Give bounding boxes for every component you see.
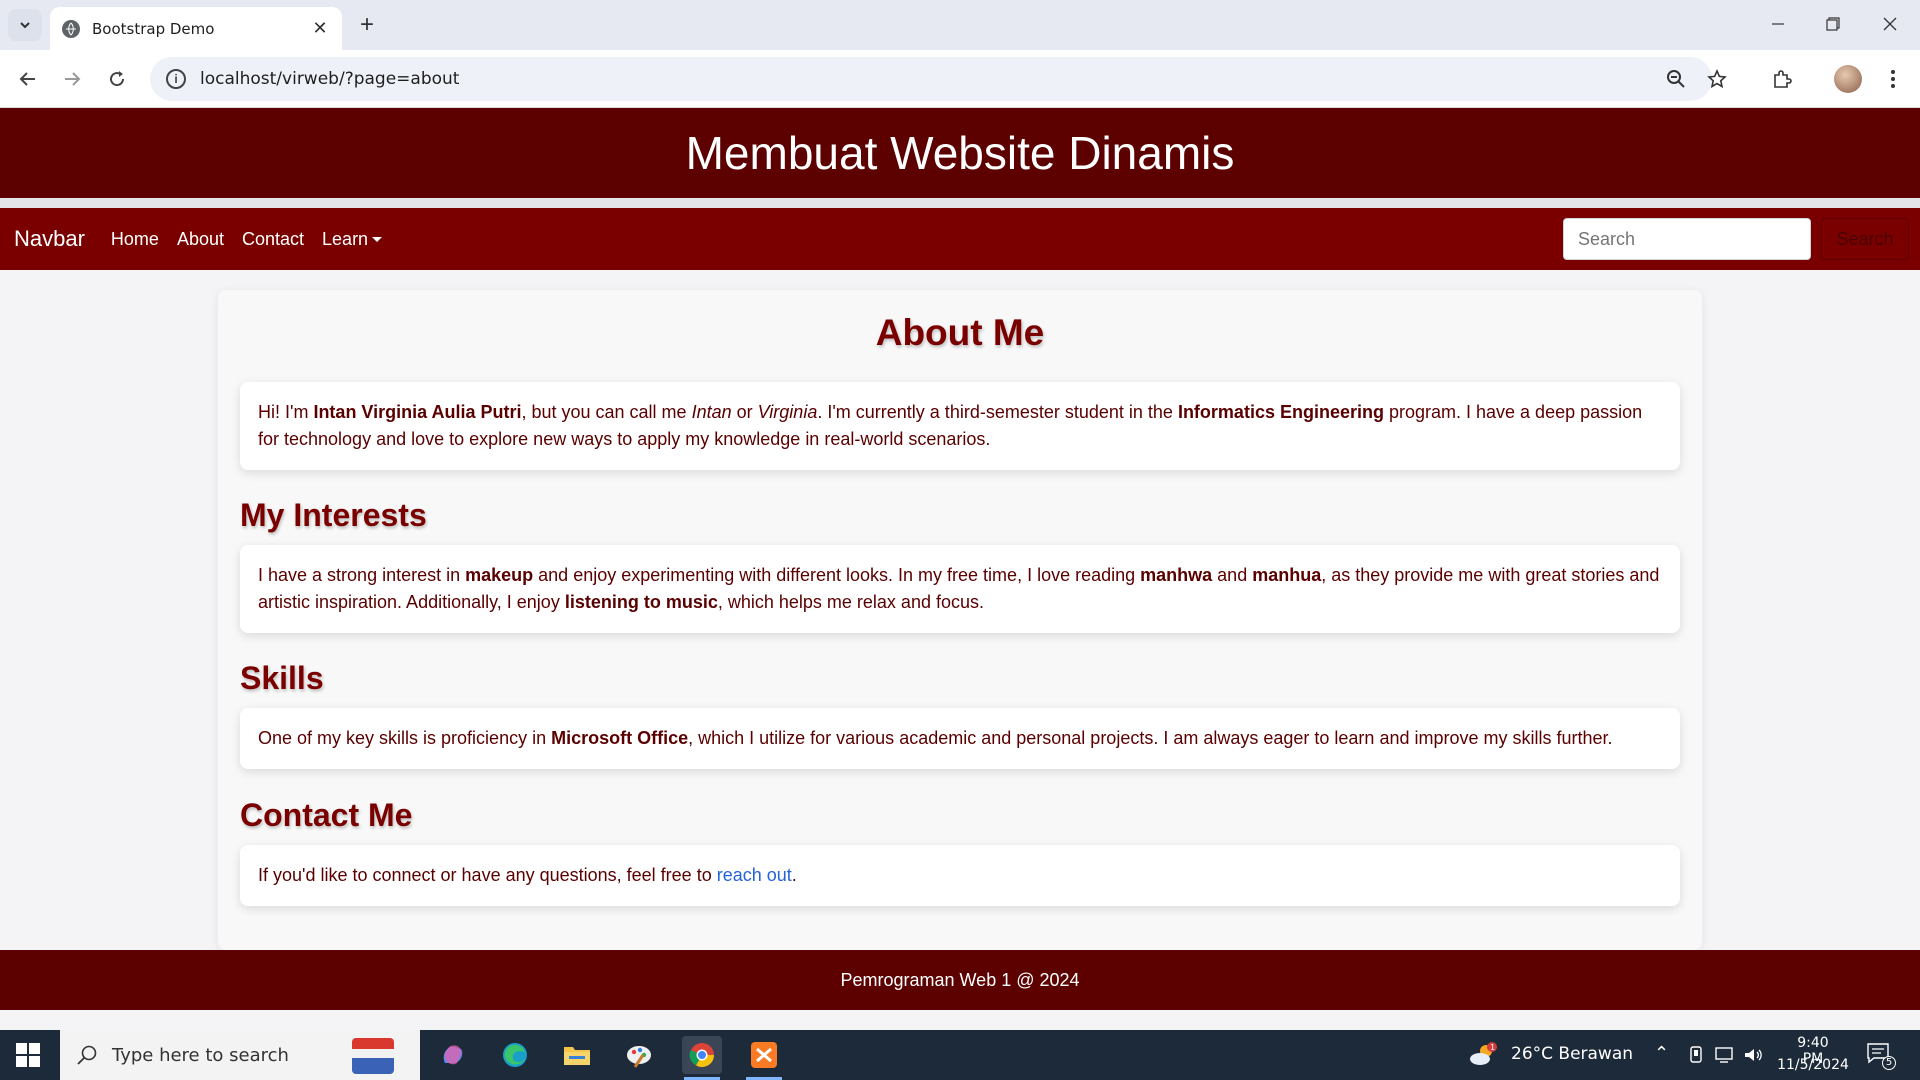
- contact-text: .: [791, 865, 797, 885]
- reach-out-link[interactable]: reach out: [717, 865, 792, 885]
- interests-highlight: listening to music: [564, 592, 718, 612]
- close-tab-icon[interactable]: ✕: [310, 18, 330, 39]
- profile-avatar[interactable]: [1834, 65, 1862, 93]
- globe-icon: [62, 19, 80, 38]
- about-content-card: About Me Hi! I'm Intan Virginia Aulia Pu…: [218, 290, 1702, 950]
- intro-text: , but you can call me: [521, 402, 692, 422]
- close-window-button[interactable]: [1872, 8, 1908, 40]
- nav-dropdown-learn-label: Learn: [322, 228, 369, 249]
- back-button[interactable]: [12, 63, 44, 95]
- reload-icon: [110, 71, 125, 87]
- nav-link-about[interactable]: About: [177, 229, 224, 250]
- file-explorer-icon[interactable]: [557, 1036, 597, 1074]
- skills-title: Skills: [240, 660, 324, 696]
- windows-start-icon[interactable]: [16, 1043, 40, 1067]
- chevron-up-icon[interactable]: ⌃: [1654, 1043, 1669, 1064]
- contact-title: Contact Me: [240, 797, 413, 833]
- weather-icon[interactable]: 1: [1466, 1036, 1500, 1074]
- nav-link-contact[interactable]: Contact: [242, 229, 304, 250]
- minimize-icon: [1772, 23, 1784, 25]
- intro-box: Hi! I'm Intan Virginia Aulia Putri, but …: [240, 382, 1680, 470]
- intro-nickname: Intan: [691, 402, 732, 422]
- intro-name: Intan Virginia Aulia Putri: [313, 402, 522, 422]
- device-icon[interactable]: [1688, 1046, 1704, 1064]
- site-header: Membuat Website Dinamis: [0, 108, 1920, 198]
- caret-down-icon: [372, 237, 383, 243]
- skills-text: One of my key skills is proficiency in: [258, 728, 552, 748]
- xampp-icon[interactable]: [744, 1036, 784, 1080]
- interests-title: My Interests: [240, 497, 427, 533]
- interests-highlight: makeup: [465, 565, 534, 585]
- chevron-down-icon: [20, 22, 30, 29]
- intro-text: . I'm currently a third-semester student…: [817, 402, 1178, 422]
- skills-text: , which I utilize for various academic a…: [688, 728, 1613, 748]
- restore-button[interactable]: [1815, 8, 1851, 40]
- interests-box: I have a strong interest in makeup and e…: [240, 545, 1680, 633]
- weather-badge: 1: [1490, 1043, 1495, 1052]
- navbar: Navbar Home About Contact Learn Search: [0, 208, 1920, 270]
- browser-tab-bar: Bootstrap Demo ✕ +: [0, 0, 1920, 50]
- restore-icon: [1826, 17, 1840, 31]
- about-title: About Me: [875, 312, 1045, 353]
- skills-box: One of my key skills is proficiency in M…: [240, 708, 1680, 769]
- tab-search-button[interactable]: [8, 9, 42, 41]
- interests-text: I have a strong interest in: [258, 565, 466, 585]
- skills-highlight: Microsoft Office: [551, 728, 689, 748]
- interests-text: and: [1212, 565, 1253, 585]
- reload-button[interactable]: [101, 63, 133, 95]
- paint-icon[interactable]: [619, 1036, 659, 1074]
- search-input[interactable]: [1563, 218, 1811, 260]
- extensions-puzzle-icon[interactable]: [1767, 64, 1797, 94]
- interests-text: , which helps me relax and focus.: [717, 592, 984, 612]
- contact-box: If you'd like to connect or have any que…: [240, 845, 1680, 906]
- close-icon: [1883, 17, 1897, 31]
- copilot-icon[interactable]: [433, 1036, 473, 1074]
- search-icon: [77, 1045, 97, 1065]
- taskbar-search[interactable]: Type here to search: [60, 1030, 420, 1080]
- intro-text: or: [731, 402, 758, 422]
- url-text: localhost/virweb/?page=about: [200, 69, 460, 89]
- bookmark-star-icon[interactable]: [1702, 64, 1732, 94]
- volume-icon[interactable]: [1743, 1046, 1765, 1064]
- header-separator: [0, 198, 1920, 208]
- intro-nickname: Virginia: [757, 402, 818, 422]
- site-info-icon[interactable]: i: [166, 69, 186, 89]
- weather-text[interactable]: 26°C Berawan: [1511, 1044, 1633, 1064]
- arrow-left-icon: [19, 72, 35, 86]
- clock-date[interactable]: 11/5/2024: [1776, 1057, 1850, 1073]
- nav-link-home[interactable]: Home: [111, 229, 159, 250]
- site-title: Membuat Website Dinamis: [685, 127, 1235, 179]
- chrome-icon[interactable]: [682, 1036, 722, 1080]
- zoom-icon[interactable]: [1661, 64, 1691, 94]
- windows-taskbar: Type here to search 1 26°C Berawan ⌃ 9:4…: [0, 1030, 1920, 1080]
- nav-dropdown-learn[interactable]: Learn: [322, 228, 383, 250]
- edge-browser-icon[interactable]: [495, 1036, 535, 1074]
- notification-center-icon[interactable]: 5: [1866, 1042, 1896, 1070]
- intro-text: Hi! I'm: [258, 402, 314, 422]
- minimize-button[interactable]: [1760, 8, 1796, 40]
- search-button[interactable]: Search: [1821, 218, 1909, 260]
- contact-text: If you'd like to connect or have any que…: [258, 865, 717, 885]
- browser-toolbar: i localhost/virweb/?page=about: [0, 50, 1920, 108]
- forward-button[interactable]: [56, 63, 88, 95]
- footer-text: Pemrograman Web 1 @ 2024: [840, 969, 1080, 990]
- search-highlight-image: [352, 1038, 394, 1074]
- page-bottom-space: [0, 1010, 1920, 1030]
- address-bar[interactable]: i localhost/virweb/?page=about: [150, 57, 1712, 101]
- kebab-menu-icon[interactable]: [1878, 64, 1908, 94]
- interests-highlight: manhwa: [1140, 565, 1213, 585]
- notification-count-badge: 5: [1882, 1056, 1896, 1070]
- navbar-brand[interactable]: Navbar: [14, 226, 85, 252]
- browser-tab[interactable]: Bootstrap Demo ✕: [50, 7, 342, 50]
- new-tab-button[interactable]: +: [352, 10, 382, 40]
- interests-highlight: manhua: [1252, 565, 1322, 585]
- arrow-right-icon: [65, 72, 81, 86]
- interests-text: and enjoy experimenting with different l…: [533, 565, 1141, 585]
- site-footer: Pemrograman Web 1 @ 2024: [0, 950, 1920, 1010]
- taskbar-search-placeholder: Type here to search: [112, 1044, 289, 1066]
- network-icon[interactable]: [1714, 1046, 1734, 1064]
- tab-title: Bootstrap Demo: [92, 19, 215, 38]
- intro-program: Informatics Engineering: [1177, 402, 1384, 422]
